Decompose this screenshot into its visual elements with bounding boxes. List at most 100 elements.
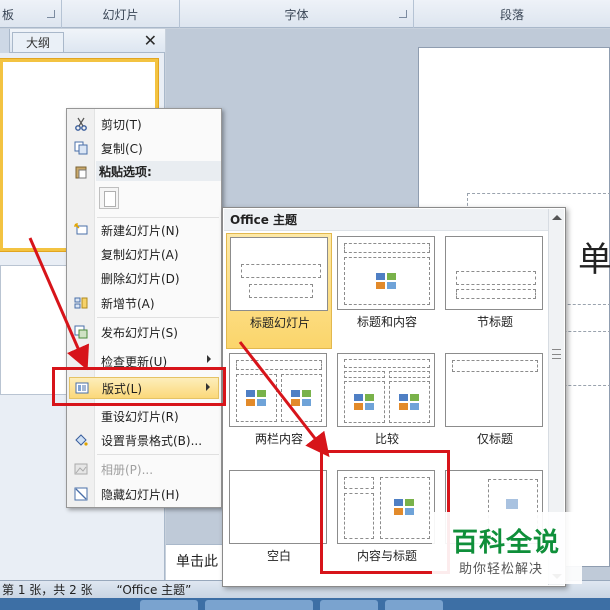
menu-item-delete-slide[interactable]: 删除幻灯片(D) bbox=[69, 267, 219, 289]
scissors-icon bbox=[69, 117, 93, 131]
taskbar-button[interactable] bbox=[320, 600, 378, 610]
paste-icon bbox=[69, 165, 93, 179]
paint-bucket-icon bbox=[69, 433, 93, 447]
paste-options-header: 粘贴选项: bbox=[96, 161, 221, 181]
section-icon bbox=[69, 296, 93, 310]
ribbon-group-paragraph: 段落 bbox=[414, 0, 610, 28]
menu-item-label: 新增节(A) bbox=[101, 296, 155, 311]
tab-outline[interactable]: 大纲 bbox=[12, 32, 64, 52]
layout-thumbnail bbox=[337, 236, 435, 310]
layout-caption: 空白 bbox=[266, 549, 291, 563]
content-icons bbox=[376, 273, 398, 289]
annotation-highlight-box bbox=[320, 450, 450, 574]
layout-caption: 标题和内容 bbox=[356, 315, 417, 329]
layout-gallery-header: Office 主题 bbox=[224, 209, 548, 231]
watermark: 百科全说 助你轻松解决 bbox=[432, 512, 582, 584]
menu-item-label: 相册(P)... bbox=[101, 462, 154, 477]
layout-thumbnail bbox=[445, 236, 543, 310]
paste-options-label: 粘贴选项: bbox=[99, 164, 152, 179]
menu-item-photo-album: 相册(P)... bbox=[69, 458, 219, 480]
menu-item-duplicate-slide[interactable]: 复制幻灯片(A) bbox=[69, 243, 219, 265]
layout-caption: 标题幻灯片 bbox=[249, 316, 310, 330]
menu-item-label: 复制幻灯片(A) bbox=[101, 247, 179, 262]
layout-title-and-content[interactable]: 标题和内容 bbox=[334, 233, 440, 349]
menu-item-label: 发布幻灯片(S) bbox=[101, 325, 178, 340]
content-icons bbox=[246, 390, 268, 406]
notes-placeholder: 单击此 bbox=[176, 554, 218, 570]
menu-separator bbox=[97, 217, 219, 218]
menu-item-new-slide[interactable]: 新建幻灯片(N) bbox=[69, 219, 219, 241]
layout-thumbnail bbox=[229, 353, 327, 427]
taskbar bbox=[0, 598, 610, 610]
ribbon-group-label: 段落 bbox=[499, 7, 524, 22]
menu-separator bbox=[97, 317, 219, 318]
menu-separator bbox=[97, 454, 219, 455]
scroll-thumb-grip[interactable] bbox=[552, 349, 561, 359]
watermark-subtitle: 助你轻松解决 bbox=[459, 562, 544, 577]
taskbar-button[interactable] bbox=[385, 600, 443, 610]
layout-comparison[interactable]: 比较 bbox=[334, 350, 440, 466]
hide-slide-icon bbox=[69, 487, 93, 501]
layout-two-content[interactable]: 两栏内容 bbox=[226, 350, 332, 466]
layout-caption: 两栏内容 bbox=[254, 432, 303, 446]
content-icons bbox=[354, 394, 376, 410]
dialog-launcher-icon[interactable] bbox=[47, 10, 55, 18]
picture-icon bbox=[506, 499, 518, 509]
menu-item-add-section[interactable]: 新增节(A) bbox=[69, 292, 219, 314]
layout-title-slide[interactable]: 标题幻灯片 bbox=[226, 233, 332, 349]
menu-item-publish-slides[interactable]: 发布幻灯片(S) bbox=[69, 321, 219, 343]
ribbon-group-clipboard: 板 bbox=[0, 0, 62, 28]
menu-item-label: 重设幻灯片(R) bbox=[101, 409, 179, 424]
dialog-launcher-icon[interactable] bbox=[399, 10, 407, 18]
pane-tabs: 大纲 ✕ bbox=[0, 29, 165, 53]
close-icon[interactable]: ✕ bbox=[144, 31, 157, 50]
ribbon-group-label: 字体 bbox=[284, 7, 309, 22]
title-text: 单 bbox=[578, 240, 610, 280]
layout-gallery-title: Office 主题 bbox=[230, 213, 298, 227]
menu-item-label: 剪切(T) bbox=[101, 117, 142, 132]
layout-title-only[interactable]: 仅标题 bbox=[442, 350, 548, 466]
layout-caption: 仅标题 bbox=[476, 432, 513, 446]
layout-thumbnail bbox=[229, 470, 327, 544]
menu-item-label: 隐藏幻灯片(H) bbox=[101, 487, 180, 502]
taskbar-button[interactable] bbox=[140, 600, 198, 610]
layout-thumbnail bbox=[445, 353, 543, 427]
copy-icon bbox=[69, 141, 93, 155]
watermark-title: 百科全说 bbox=[452, 528, 561, 558]
slide-count: 第 1 张，共 2 张 bbox=[2, 583, 93, 597]
layout-thumbnail bbox=[230, 237, 328, 311]
ribbon-group-bar: 板 幻灯片 字体 段落 bbox=[0, 0, 610, 28]
menu-item-label: 新建幻灯片(N) bbox=[101, 223, 180, 238]
content-icons bbox=[399, 394, 421, 410]
ribbon-group-label: 幻灯片 bbox=[102, 7, 139, 22]
layout-thumbnail bbox=[337, 353, 435, 427]
menu-item-reset-slide[interactable]: 重设幻灯片(R) bbox=[69, 405, 219, 427]
layout-blank[interactable]: 空白 bbox=[226, 467, 332, 583]
photo-album-icon bbox=[69, 462, 93, 476]
ribbon-group-label: 板 bbox=[2, 7, 15, 22]
publish-icon bbox=[69, 325, 93, 339]
content-icons bbox=[291, 390, 313, 406]
annotation-highlight-box bbox=[52, 367, 226, 406]
menu-item-copy[interactable]: 复制(C) bbox=[69, 137, 219, 159]
menu-item-label: 设置背景格式(B)... bbox=[101, 433, 203, 448]
theme-name: “Office 主题” bbox=[116, 583, 192, 597]
taskbar-button[interactable] bbox=[255, 600, 313, 610]
layout-caption: 比较 bbox=[374, 432, 399, 446]
ribbon-group-font: 字体 bbox=[180, 0, 414, 28]
context-menu: 剪切(T) 复制(C) 粘贴选项: 新建幻灯片(N) 复制幻灯片(A) 删除幻灯… bbox=[66, 108, 222, 508]
menu-item-hide-slide[interactable]: 隐藏幻灯片(H) bbox=[69, 483, 219, 505]
scroll-up-icon[interactable] bbox=[552, 215, 562, 220]
ribbon-group-slides: 幻灯片 bbox=[62, 0, 180, 28]
menu-item-label: 复制(C) bbox=[101, 141, 143, 156]
new-slide-icon bbox=[69, 223, 93, 237]
tab-outline-label: 大纲 bbox=[25, 36, 50, 50]
layout-caption: 节标题 bbox=[476, 315, 513, 329]
menu-item-format-background[interactable]: 设置背景格式(B)... bbox=[69, 429, 219, 451]
layout-section-header[interactable]: 节标题 bbox=[442, 233, 548, 349]
submenu-arrow-icon bbox=[207, 355, 211, 363]
tab-slides[interactable] bbox=[0, 29, 10, 53]
menu-item-cut[interactable]: 剪切(T) bbox=[69, 113, 219, 135]
paste-option-button[interactable] bbox=[99, 187, 119, 209]
menu-item-label: 删除幻灯片(D) bbox=[101, 271, 180, 286]
